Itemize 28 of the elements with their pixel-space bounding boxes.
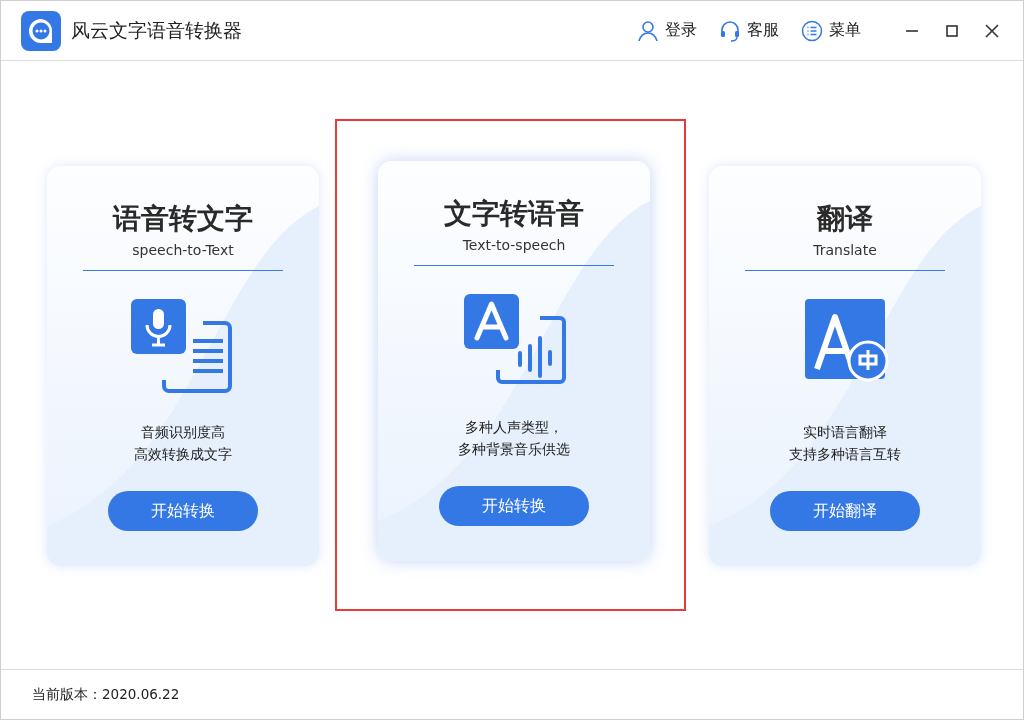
user-icon	[637, 19, 659, 42]
version-label: 当前版本：2020.06.22	[32, 685, 180, 704]
close-icon	[985, 23, 999, 38]
feature-card[interactable]: 文字转语音 Text-to-speech 多种人声类型， 多种背景音乐供选 开始转换	[378, 161, 650, 561]
card-description: 多种人声类型， 多种背景音乐供选	[458, 418, 570, 459]
feature-card[interactable]: 翻译 Translate 实时语言翻译 支持多种语言互转 开始翻译	[709, 166, 981, 566]
headset-icon	[719, 19, 741, 42]
app-logo	[21, 10, 61, 51]
card-description: 音频识别度高 高效转换成文字	[134, 423, 232, 464]
card-title: 文字转语音	[444, 196, 584, 232]
start-button[interactable]: 开始转换	[108, 491, 258, 531]
feature-card[interactable]: 语音转文字 speech-to-Text 音频识别度高 高效转换成文字 开始转换	[47, 166, 319, 566]
start-button[interactable]: 开始翻译	[770, 491, 920, 531]
card-title: 语音转文字	[113, 201, 253, 237]
window-title: 风云文字语音转换器	[71, 17, 243, 43]
card-title: 翻译	[817, 201, 873, 237]
microphone-document-icon	[131, 299, 235, 395]
maximize-icon	[945, 23, 959, 38]
card-subtitle: speech-to-Text	[132, 242, 234, 258]
header-link[interactable]: 菜单	[801, 19, 861, 42]
start-button[interactable]: 开始转换	[439, 486, 589, 526]
menu-icon	[801, 19, 823, 42]
header-link[interactable]: 客服	[719, 19, 779, 42]
card-subtitle: Translate	[813, 242, 877, 258]
minimize-icon	[905, 29, 919, 32]
card-subtitle: Text-to-speech	[462, 237, 566, 253]
header-link[interactable]: 登录	[637, 19, 697, 42]
card-description: 实时语言翻译 支持多种语言互转	[789, 423, 901, 464]
